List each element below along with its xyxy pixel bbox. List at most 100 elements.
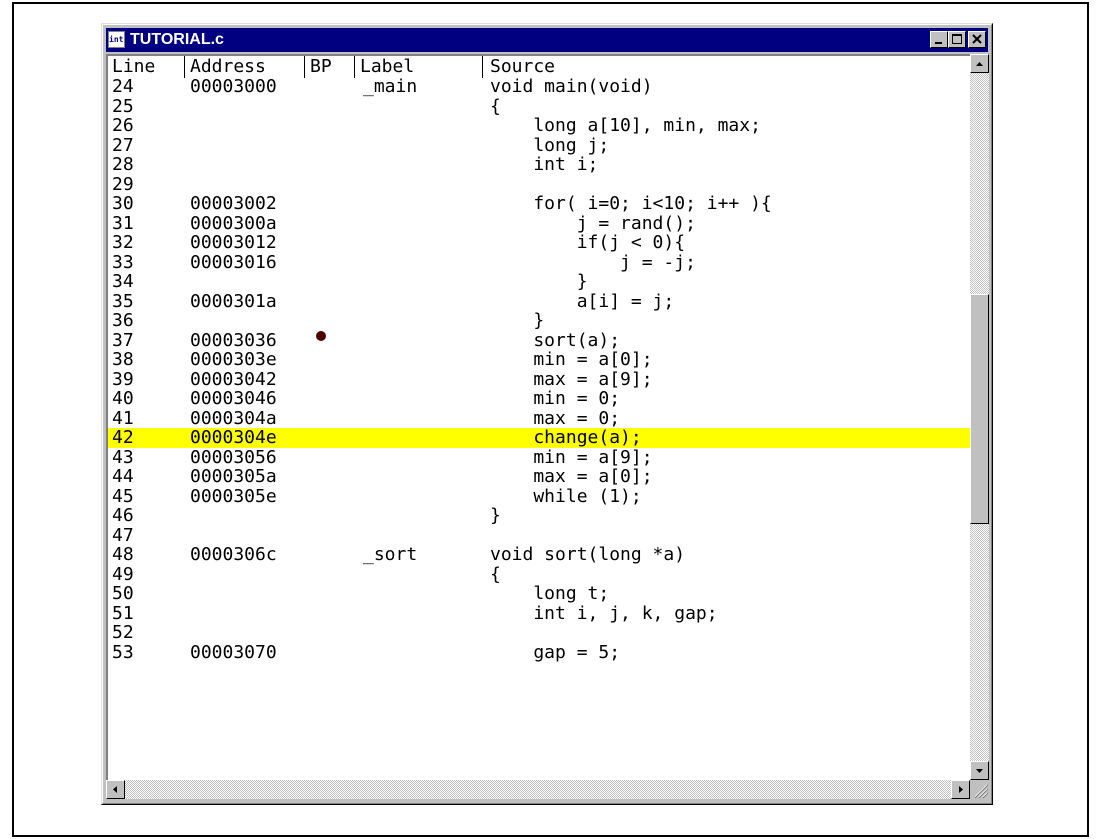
source-row[interactable]: 30 00003002 for( i=0; i<10; i++ ){ — [108, 194, 970, 214]
source-row[interactable]: 53 00003070 gap = 5; — [108, 641, 970, 663]
line-number: 33 — [112, 251, 134, 273]
column-header-line[interactable]: Line — [112, 56, 155, 77]
vertical-scroll-thumb[interactable] — [970, 294, 989, 524]
column-header-bp[interactable]: BP — [310, 56, 332, 77]
source-file-icon[interactable]: intj — [108, 31, 125, 48]
source-row[interactable]: 31 0000300a j = rand(); — [108, 212, 970, 234]
column-header: Line Address BP Label Source — [108, 56, 970, 78]
scroll-down-button[interactable] — [970, 761, 989, 780]
address-cell: 00003016 — [190, 251, 277, 273]
source-code: max = a[0]; — [490, 466, 653, 487]
label-cell: _main — [363, 76, 418, 97]
source-code: if(j < 0){ — [490, 232, 686, 253]
line-number: 47 — [112, 524, 134, 546]
line-number: 46 — [112, 505, 134, 526]
source-row[interactable]: 48 0000306c _sort void sort(long *a) — [108, 545, 970, 565]
horizontal-scrollbar[interactable] — [106, 780, 970, 799]
source-row[interactable]: 49 { — [108, 564, 970, 585]
source-row[interactable]: 44 0000305a max = a[0]; — [108, 467, 970, 487]
scroll-right-button[interactable] — [951, 780, 970, 799]
source-row[interactable]: 37 00003036 sort(a); — [108, 329, 970, 351]
source-row[interactable]: 40 00003046 min = 0; — [108, 389, 970, 409]
column-divider[interactable] — [304, 56, 305, 78]
breakpoint-icon[interactable] — [316, 330, 326, 341]
line-number: 51 — [112, 602, 134, 624]
address-cell: 00003000 — [190, 76, 277, 97]
source-code: sort(a); — [490, 329, 621, 351]
close-button[interactable] — [968, 31, 986, 48]
line-number: 43 — [112, 446, 134, 468]
source-row[interactable]: 33 00003016 j = -j; — [108, 251, 970, 273]
source-code: change(a); — [490, 427, 642, 448]
source-code: int i; — [490, 154, 599, 175]
address-cell: 00003056 — [190, 446, 277, 468]
source-row[interactable]: 50 long t; — [108, 584, 970, 604]
line-number: 44 — [112, 466, 134, 487]
source-row[interactable]: 36 } — [108, 311, 970, 331]
line-number: 29 — [112, 173, 134, 195]
source-row[interactable]: 24 00003000 _main void main(void) — [108, 77, 970, 97]
resize-grip[interactable] — [970, 780, 989, 799]
arrow-down-icon — [976, 769, 983, 773]
source-row[interactable]: 46} — [108, 506, 970, 526]
source-row[interactable]: 45 0000305e while (1); — [108, 486, 970, 507]
source-row[interactable]: 32 00003012 if(j < 0){ — [108, 233, 970, 253]
address-cell: 00003042 — [190, 368, 277, 390]
line-number: 50 — [112, 583, 134, 604]
line-number: 31 — [112, 212, 134, 234]
maximize-button[interactable] — [948, 31, 966, 48]
line-number: 38 — [112, 349, 134, 370]
address-cell: 00003070 — [190, 641, 277, 663]
address-cell: 00003046 — [190, 388, 277, 409]
line-number: 53 — [112, 641, 134, 663]
source-row[interactable]: 34 } — [108, 272, 970, 292]
source-listing[interactable]: Line Address BP Label Source 24 00003000 _… — [106, 54, 970, 780]
address-cell: 0000306c — [190, 544, 277, 565]
source-row[interactable]: 51 int i, j, k, gap; — [108, 602, 970, 624]
line-number: 40 — [112, 388, 134, 409]
source-row[interactable]: 38 0000303e min = a[0]; — [108, 350, 970, 370]
line-number: 41 — [112, 407, 134, 429]
source-row[interactable]: 29 — [108, 173, 970, 195]
source-row[interactable]: 52 — [108, 623, 970, 643]
column-header-source[interactable]: Source — [490, 56, 555, 77]
line-number: 37 — [112, 329, 134, 351]
source-code: void sort(long *a) — [490, 544, 686, 565]
column-divider[interactable] — [482, 56, 483, 78]
source-row[interactable]: 28 int i; — [108, 155, 970, 175]
close-icon — [972, 34, 982, 44]
line-number: 42 — [112, 427, 134, 448]
current-line-row[interactable]: 42 0000304e change(a); — [108, 428, 970, 448]
source-row[interactable]: 25 { — [108, 96, 970, 117]
source-row[interactable]: 47 — [108, 524, 970, 546]
title-bar[interactable]: intj TUTORIAL.c — [106, 28, 988, 52]
minimize-icon — [935, 42, 942, 44]
column-divider[interactable] — [354, 56, 355, 78]
source-row[interactable]: 41 0000304a max = 0; — [108, 407, 970, 429]
arrow-left-icon — [113, 786, 117, 793]
address-cell: 0000305a — [190, 466, 277, 487]
line-number: 32 — [112, 232, 134, 253]
source-row[interactable]: 27 long j; — [108, 134, 970, 156]
scroll-up-button[interactable] — [970, 54, 989, 73]
arrow-right-icon — [959, 786, 963, 793]
line-number: 34 — [112, 271, 134, 292]
line-number: 35 — [112, 290, 134, 312]
address-cell: 00003012 — [190, 232, 277, 253]
source-row[interactable]: 26 long a[10], min, max; — [108, 116, 970, 136]
source-rows: 24 00003000 _main void main(void) 25 {26 long… — [108, 77, 970, 662]
line-number: 52 — [112, 622, 134, 643]
scroll-left-button[interactable] — [106, 780, 125, 799]
vertical-scrollbar[interactable] — [970, 54, 989, 780]
column-header-address[interactable]: Address — [190, 56, 266, 77]
source-code: a[i] = j; — [490, 290, 675, 312]
source-row[interactable]: 39 00003042 max = a[9]; — [108, 368, 970, 390]
source-row[interactable]: 43 00003056 min = a[9]; — [108, 446, 970, 468]
minimize-button[interactable] — [930, 31, 948, 48]
source-row[interactable]: 35 0000301a a[i] = j; — [108, 290, 970, 312]
line-number: 26 — [112, 115, 134, 136]
column-header-label[interactable]: Label — [360, 56, 414, 77]
source-code: long j; — [490, 134, 610, 156]
column-divider[interactable] — [184, 56, 185, 78]
label-cell: _sort — [363, 544, 418, 565]
